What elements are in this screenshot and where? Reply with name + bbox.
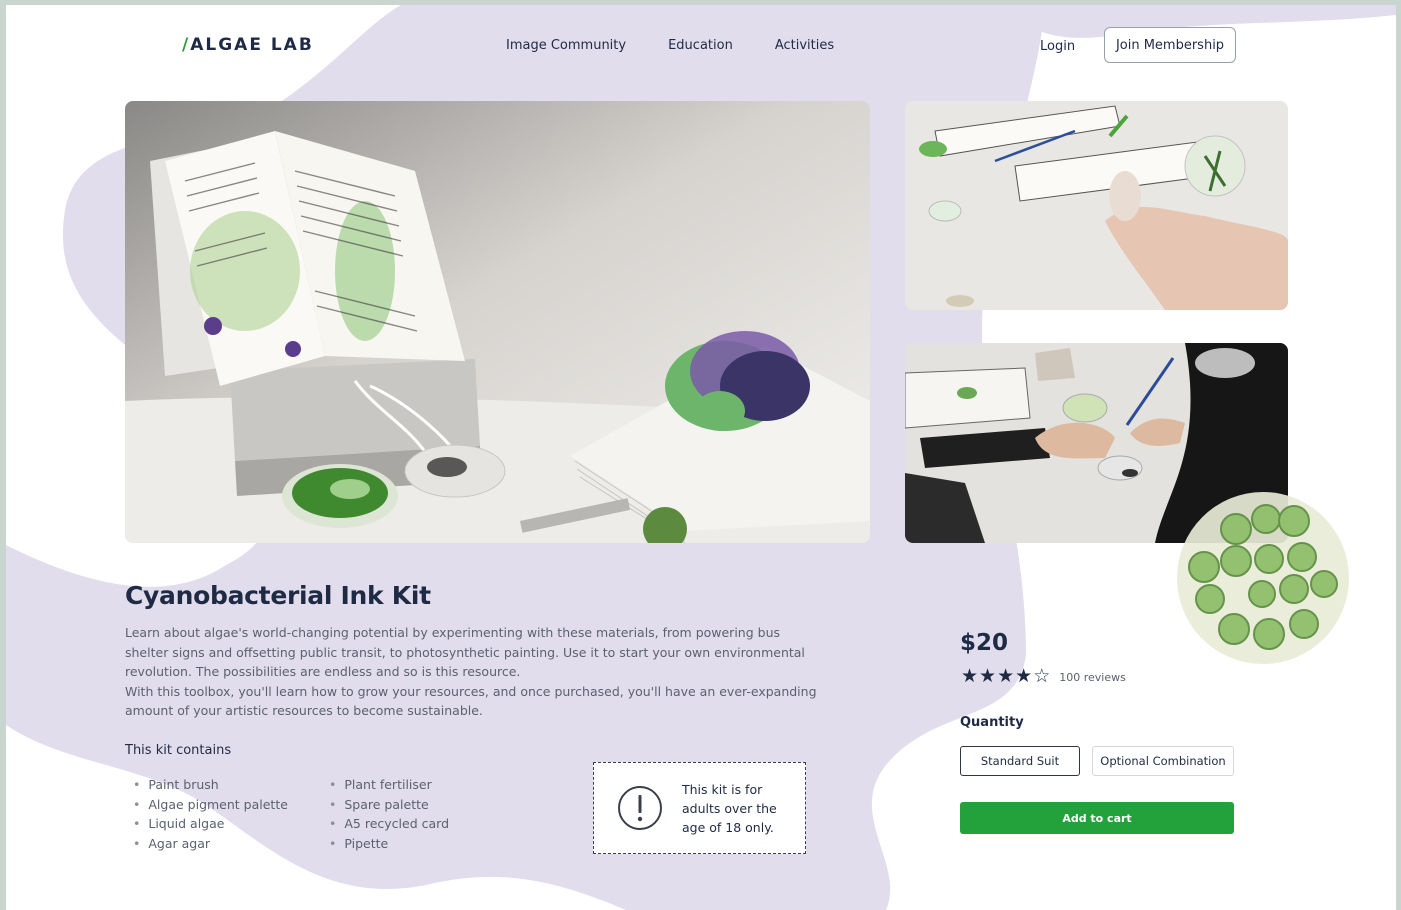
page: /ALGAE LAB Image Community Education Act… <box>6 5 1396 910</box>
product-kit-image <box>125 101 870 543</box>
logo[interactable]: /ALGAE LAB <box>182 35 314 55</box>
product-title: Cyanobacterial Ink Kit <box>125 581 431 610</box>
star-filled-icon: ★ <box>979 666 997 687</box>
star-empty-icon: ☆ <box>1033 666 1051 687</box>
rating-stars: ★ ★ ★ ★ ☆ 100 reviews <box>961 667 1126 687</box>
list-item: Pipette <box>329 834 449 854</box>
workshop-petri-image <box>905 101 1288 310</box>
list-item: Liquid algae <box>133 814 288 834</box>
description-paragraph-2: With this toolbox, you'll learn how to g… <box>125 683 817 719</box>
exclamation-circle-icon <box>618 786 662 830</box>
kit-contents-list-2: Plant fertiliser Spare palette A5 recycl… <box>329 775 449 853</box>
list-item: Spare palette <box>329 795 449 815</box>
star-filled-icon: ★ <box>997 666 1015 687</box>
list-item: Paint brush <box>133 775 288 795</box>
nav-education[interactable]: Education <box>668 38 733 53</box>
product-photo-main[interactable] <box>125 101 870 543</box>
join-membership-button[interactable]: Join Membership <box>1104 27 1236 63</box>
add-to-cart-button[interactable]: Add to cart <box>960 802 1234 834</box>
main-nav: Image Community Education Activities <box>506 38 834 53</box>
nav-activities[interactable]: Activities <box>775 38 834 53</box>
reviews-count[interactable]: 100 reviews <box>1059 671 1126 684</box>
option-optional-combination[interactable]: Optional Combination <box>1092 746 1234 776</box>
option-standard-suit[interactable]: Standard Suit <box>960 746 1080 776</box>
algae-cells-illustration <box>1177 492 1349 664</box>
star-filled-icon: ★ <box>1015 666 1033 687</box>
age-notice-text: This kit is for adults over the age of 1… <box>682 781 777 835</box>
product-photo-side-1[interactable] <box>905 101 1288 310</box>
age-notice: This kit is for adults over the age of 1… <box>593 762 806 854</box>
content: /ALGAE LAB Image Community Education Act… <box>6 5 1396 910</box>
logo-slash: / <box>182 35 191 55</box>
logo-text: ALGAE LAB <box>190 35 314 55</box>
kit-contents-title: This kit contains <box>125 743 232 758</box>
description-paragraph-1: Learn about algae's world-changing poten… <box>125 625 805 679</box>
kit-contents-list-1: Paint brush Algae pigment palette Liquid… <box>133 775 288 853</box>
list-item: Algae pigment palette <box>133 795 288 815</box>
list-item: Plant fertiliser <box>329 775 449 795</box>
list-item: A5 recycled card <box>329 814 449 834</box>
product-price: $20 <box>960 630 1009 656</box>
list-item: Agar agar <box>133 834 288 854</box>
quantity-label: Quantity <box>960 715 1024 730</box>
login-link[interactable]: Login <box>1040 39 1075 54</box>
product-description: Learn about algae's world-changing poten… <box>125 623 825 721</box>
nav-image-community[interactable]: Image Community <box>506 38 626 53</box>
star-filled-icon: ★ <box>961 666 979 687</box>
